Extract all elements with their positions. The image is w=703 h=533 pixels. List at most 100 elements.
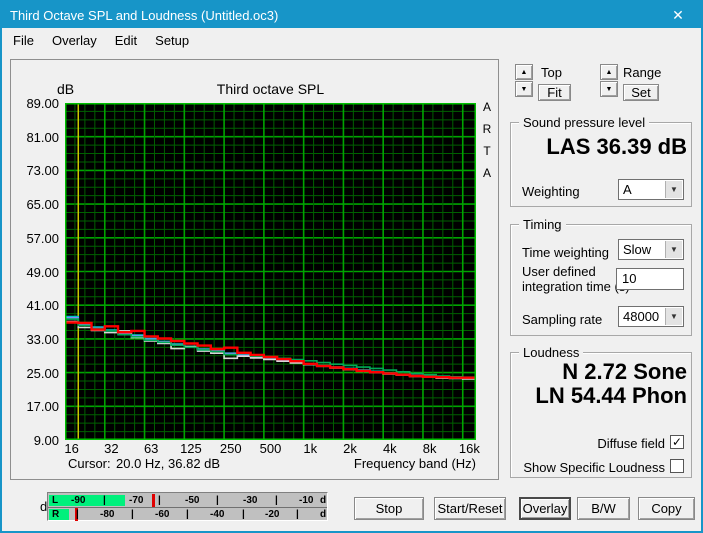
copy-button[interactable]: Copy [638, 497, 695, 520]
stop-button[interactable]: Stop [354, 497, 424, 520]
y-tick-label: 41.00 [11, 298, 59, 313]
chevron-down-icon[interactable]: ▼ [665, 181, 682, 198]
x-tick-label: 8k [412, 441, 448, 456]
start-reset-button[interactable]: Start/Reset [434, 497, 506, 520]
meter-scale-label: -90 [71, 495, 85, 506]
top-down-button[interactable]: ▼ [515, 81, 533, 97]
diffuse-field-checkbox[interactable]: ✓ [670, 435, 684, 449]
meter-scale-label: -60 [155, 509, 169, 520]
loudness-group-title: Loudness [519, 345, 583, 360]
y-tick-label: 25.00 [11, 366, 59, 381]
meter-scale-label: -20 [265, 509, 279, 520]
range-down-button[interactable]: ▼ [600, 81, 618, 97]
meter-scale-label: dB [320, 509, 326, 520]
weighting-select[interactable]: A ▼ [618, 179, 684, 200]
x-tick-label: 2k [332, 441, 368, 456]
meter-scale-label: -70 [129, 495, 143, 506]
y-tick-label: 81.00 [11, 130, 59, 145]
sone-value: N 2.72 Sone [522, 359, 687, 385]
meter-row-l: L -90 | -70 | -50 | -30 | -10 dB [49, 494, 326, 507]
x-tick-label: 500 [253, 441, 289, 456]
menu-setup[interactable]: Setup [146, 30, 198, 51]
meter-tick: | [158, 495, 161, 506]
diffuse-field-label: Diffuse field [502, 436, 665, 451]
meter-row-r: R | -80 | -60 | -40 | -20 | dB [49, 508, 326, 521]
x-tick-label: 16k [451, 441, 487, 456]
integration-label-line2: integration time (s) [522, 279, 630, 294]
x-tick-label: 250 [213, 441, 249, 456]
range-label: Range [623, 65, 661, 80]
meter-scale-label: -10 [299, 495, 313, 506]
sampling-rate-value: 48000 [623, 309, 659, 324]
x-tick-label: 63 [133, 441, 169, 456]
meter-tick: | [76, 509, 79, 520]
meter-channel-label: R [52, 509, 59, 520]
menu-edit[interactable]: Edit [106, 30, 146, 51]
sampling-rate-select[interactable]: 48000 ▼ [618, 306, 684, 327]
x-axis-label: Frequency band (Hz) [311, 456, 476, 471]
integration-label-line1: User defined [522, 264, 596, 279]
x-tick-label: 32 [93, 441, 129, 456]
time-weighting-value: Slow [623, 242, 651, 257]
weighting-label: Weighting [522, 184, 580, 199]
meter-tick: | [103, 495, 106, 506]
integration-time-input[interactable]: 10 [616, 268, 684, 290]
menu-file[interactable]: File [4, 30, 43, 51]
y-tick-label: 33.00 [11, 332, 59, 347]
timing-group-title: Timing [519, 217, 566, 232]
time-weighting-select[interactable]: Slow ▼ [618, 239, 684, 260]
x-tick-label: 16 [54, 441, 90, 456]
weighting-value: A [623, 182, 632, 197]
meter-channel-label: L [52, 495, 58, 506]
window-title: Third Octave SPL and Loudness (Untitled.… [10, 8, 278, 23]
x-tick-label: 125 [173, 441, 209, 456]
arta-watermark: ARTA [480, 96, 494, 184]
meter-scale-label: -80 [100, 509, 114, 520]
y-tick-label: 17.00 [11, 399, 59, 414]
y-tick-label: 49.00 [11, 265, 59, 280]
top-up-button[interactable]: ▲ [515, 64, 533, 80]
meter-tick: | [242, 509, 245, 520]
meter-tick: | [275, 495, 278, 506]
sampling-rate-label: Sampling rate [522, 312, 602, 327]
chart-panel: dB Third octave SPL ARTA 89.0081.0073.00… [10, 59, 499, 480]
chevron-down-icon[interactable]: ▼ [665, 308, 682, 325]
specific-loudness-label: Show Specific Loudness [492, 460, 665, 475]
top-label: Top [541, 65, 562, 80]
meter-tick: | [296, 509, 299, 520]
meter-scale-label: -50 [185, 495, 199, 506]
title-bar[interactable]: Third Octave SPL and Loudness (Untitled.… [2, 2, 701, 28]
cursor-readout-value: 20.0 Hz, 36.82 dB [116, 456, 220, 471]
phon-value: LN 54.44 Phon [522, 383, 687, 409]
specific-loudness-checkbox[interactable] [670, 459, 684, 473]
meter-peak-l [152, 494, 155, 507]
overlay-button[interactable]: Overlay [519, 497, 571, 520]
y-tick-label: 57.00 [11, 231, 59, 246]
x-tick-label: 1k [292, 441, 328, 456]
y-tick-label: 9.00 [11, 433, 59, 448]
cursor-readout-label: Cursor: [68, 456, 111, 471]
spl-plot-svg [65, 103, 476, 440]
meter-bar-l [49, 495, 125, 506]
range-up-button[interactable]: ▲ [600, 64, 618, 80]
menu-overlay[interactable]: Overlay [43, 30, 106, 51]
meter-tick: | [131, 509, 134, 520]
meter-scale-label: -40 [210, 509, 224, 520]
fit-button[interactable]: Fit [538, 84, 571, 101]
x-tick-label: 4k [372, 441, 408, 456]
chart-title: Third octave SPL [65, 81, 476, 97]
spl-plot[interactable] [65, 103, 476, 440]
meter-scale-label: -30 [243, 495, 257, 506]
spl-group-title: Sound pressure level [519, 115, 649, 130]
set-button[interactable]: Set [623, 84, 659, 101]
bw-button[interactable]: B/W [577, 497, 630, 520]
y-tick-label: 73.00 [11, 163, 59, 178]
level-meter: L-90|-70|-50|-30|-10dBR|-80|-60|-40|-20|… [47, 492, 328, 521]
chevron-down-icon[interactable]: ▼ [665, 241, 682, 258]
y-tick-label: 89.00 [11, 96, 59, 111]
menu-bar: File Overlay Edit Setup [2, 28, 701, 52]
meter-tick: | [186, 509, 189, 520]
close-icon[interactable]: ✕ [663, 2, 693, 28]
meter-tick: | [216, 495, 219, 506]
meter-scale-label: dB [320, 495, 326, 506]
